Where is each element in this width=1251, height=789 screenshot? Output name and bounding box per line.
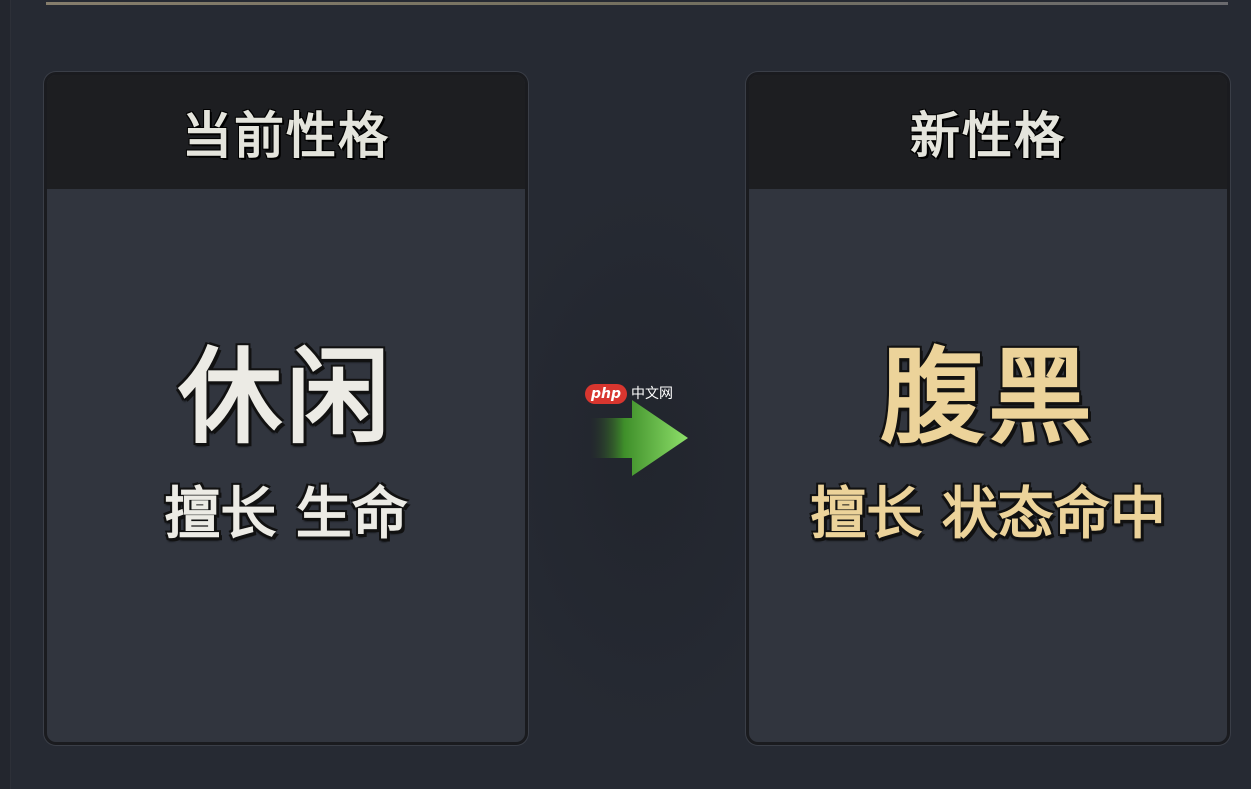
new-trait-header: 新性格 bbox=[749, 75, 1227, 189]
current-trait-name: 休闲 bbox=[177, 335, 394, 458]
watermark-text: 中文网 bbox=[631, 386, 674, 402]
watermark: php 中文网 bbox=[585, 383, 673, 405]
current-trait-card: 当前性格 休闲 擅长 生命 bbox=[44, 72, 528, 745]
arrow-right-icon bbox=[590, 400, 688, 476]
current-trait-header: 当前性格 bbox=[47, 75, 525, 189]
new-trait-name: 腹黑 bbox=[879, 335, 1096, 458]
new-trait-description: 擅长 状态命中 bbox=[810, 481, 1166, 547]
left-edge-bar bbox=[0, 0, 11, 789]
new-trait-card: 新性格 腹黑 擅长 状态命中 bbox=[746, 72, 1230, 745]
top-divider bbox=[46, 2, 1228, 5]
current-trait-title: 当前性格 bbox=[182, 106, 390, 165]
watermark-badge: php bbox=[585, 384, 628, 404]
current-trait-description: 擅长 生命 bbox=[164, 481, 408, 547]
new-trait-title: 新性格 bbox=[910, 106, 1066, 165]
